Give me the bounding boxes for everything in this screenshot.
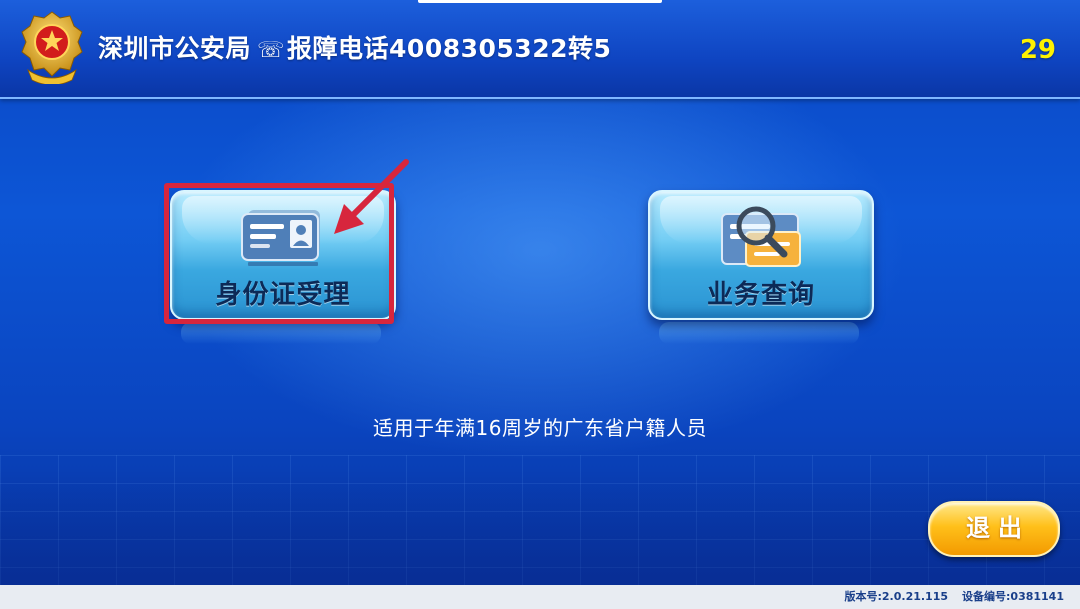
eligibility-note: 适用于年满16周岁的广东省户籍人员 <box>373 416 707 440</box>
police-emblem-icon <box>21 11 83 84</box>
exit-button[interactable]: 退出 <box>928 501 1060 557</box>
business-query-button[interactable]: 业务查询 <box>648 190 874 320</box>
id-card-service-label: 身份证受理 <box>215 280 351 310</box>
phone-icon: ☏ <box>257 38 286 63</box>
top-notch <box>418 0 662 3</box>
tile-reflection <box>181 322 381 344</box>
device-number: 设备编号:0381141 <box>962 590 1064 603</box>
floor-glow-decoration <box>0 470 1080 585</box>
id-card-icon <box>241 210 320 266</box>
header-title: 深圳市公安局 ☏报障电话4008305322转5 <box>98 29 611 69</box>
tile-reflection <box>659 322 859 344</box>
magnifier-document-icon <box>721 206 801 267</box>
countdown-timer: 29 <box>1019 35 1056 65</box>
kiosk-screen: 深圳市公安局 ☏报障电话4008305322转5 29 身份证受理 业务查询 适… <box>0 0 1080 609</box>
business-query-label: 业务查询 <box>706 280 815 310</box>
footer-info: 版本号:2.0.21.115 设备编号:0381141 <box>845 585 1065 609</box>
hotline-text: 报障电话4008305322转5 <box>287 34 612 63</box>
footer-bar: 版本号:2.0.21.115 设备编号:0381141 <box>0 585 1080 609</box>
id-card-service-button[interactable]: 身份证受理 <box>170 190 396 320</box>
bureau-name: 深圳市公安局 <box>98 34 252 63</box>
version-number: 版本号:2.0.21.115 <box>844 590 949 603</box>
header-bar: 深圳市公安局 ☏报障电话4008305322转5 29 <box>0 0 1080 99</box>
